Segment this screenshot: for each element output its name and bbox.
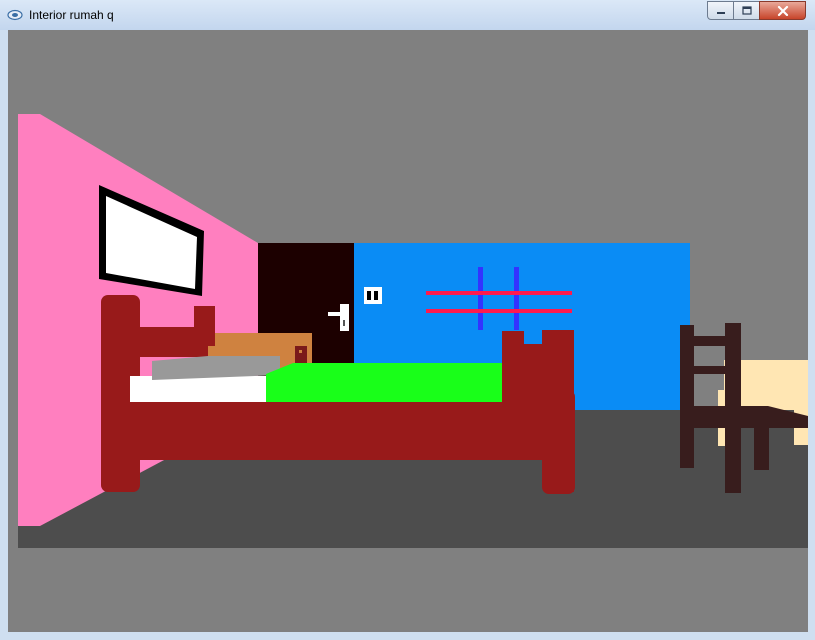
window-title: Interior rumah q [29,8,114,22]
minimize-icon [716,11,725,14]
close-button[interactable] [759,1,806,20]
app-window: Interior rumah q [0,0,815,640]
app-icon [7,8,23,26]
bed-rail [130,402,550,460]
render-canvas[interactable] [8,30,808,632]
title-bar[interactable]: Interior rumah q [0,0,815,30]
minimize-button[interactable] [707,1,734,20]
light-switch [364,287,382,304]
maximize-icon [741,6,752,15]
bedroom-scene [18,114,808,548]
maximize-button[interactable] [733,1,760,20]
close-icon [777,5,788,16]
